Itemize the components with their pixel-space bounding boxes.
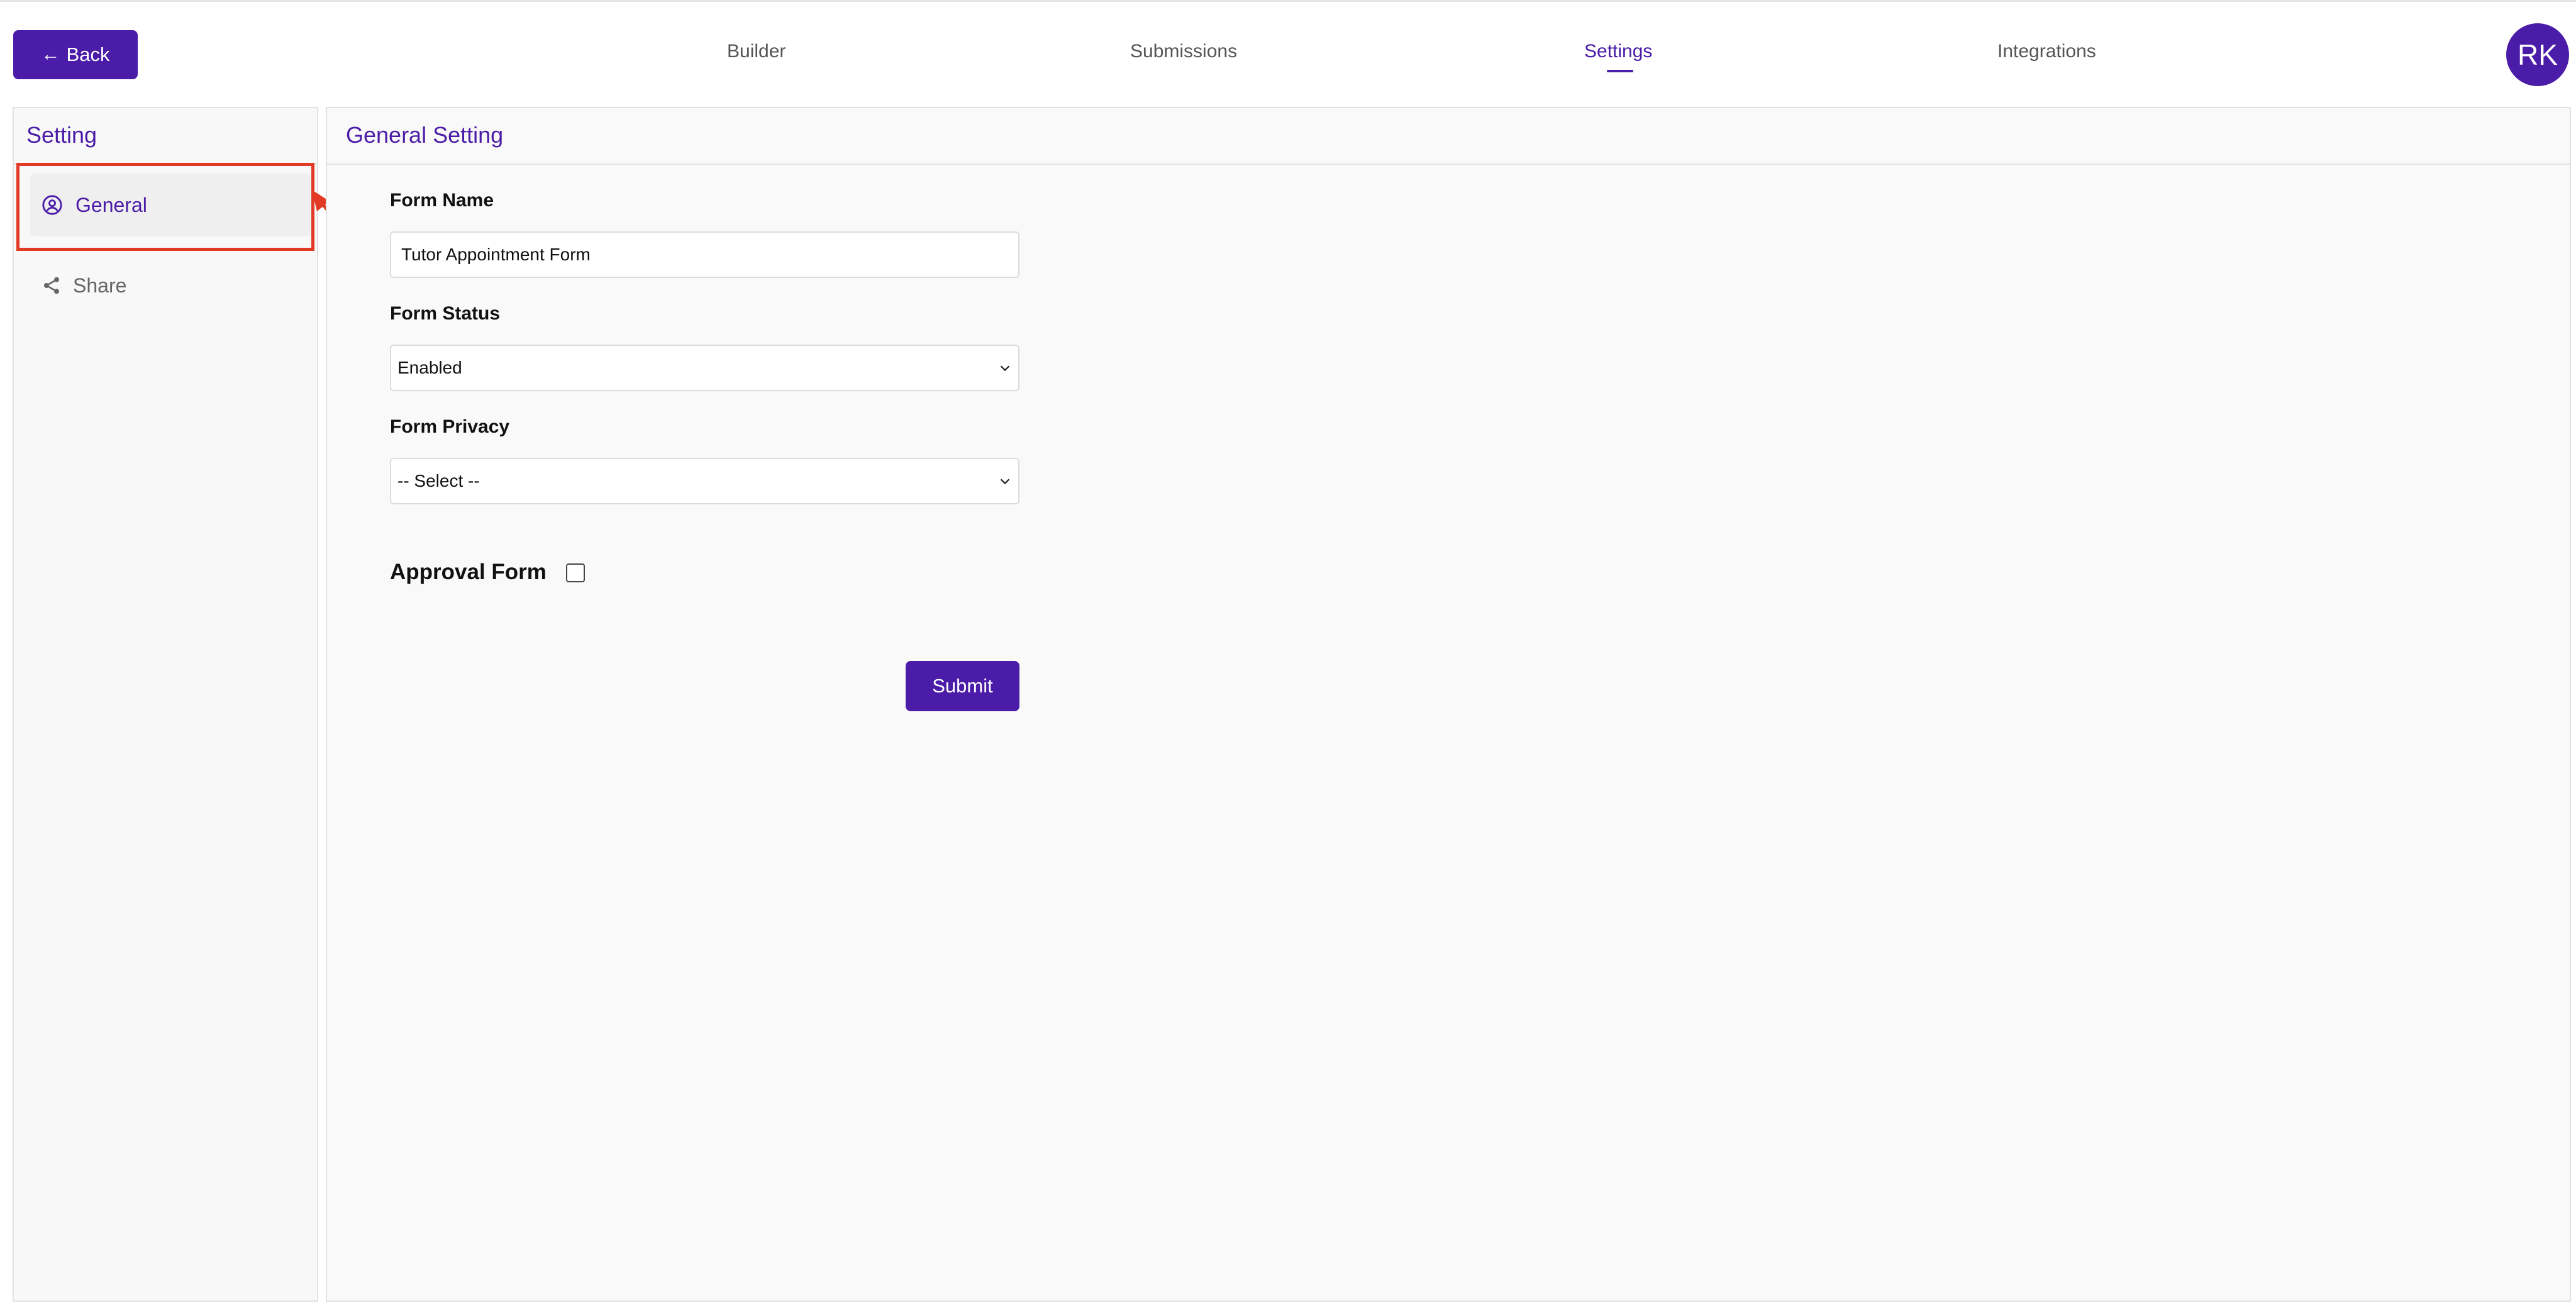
tab-settings[interactable]: Settings xyxy=(1584,41,1652,62)
approval-form-label: Approval Form xyxy=(390,560,547,584)
form-name-label: Form Name xyxy=(390,190,494,211)
back-button-label: Back xyxy=(66,43,110,65)
sidebar-title: Setting xyxy=(26,122,97,148)
sidebar-item-share[interactable]: Share xyxy=(42,268,126,303)
arrow-left-icon: ← xyxy=(41,44,60,65)
approval-form-checkbox[interactable] xyxy=(566,563,585,582)
share-icon xyxy=(44,277,59,294)
tab-integrations[interactable]: Integrations xyxy=(1997,41,2096,62)
form-name-input[interactable] xyxy=(390,231,1019,278)
avatar-initials: RK xyxy=(2518,38,2558,71)
top-nav-bar: ← Back Builder Submissions Settings Inte… xyxy=(0,0,2576,103)
form-status-label: Form Status xyxy=(390,303,501,324)
sidebar-item-share-label: Share xyxy=(73,274,127,297)
panel-divider xyxy=(327,164,2570,165)
back-button[interactable]: ← Back xyxy=(13,30,138,79)
annotation-highlight-box xyxy=(16,163,314,251)
settings-sidebar: Setting General Share xyxy=(13,107,318,1302)
form-privacy-label: Form Privacy xyxy=(390,416,510,437)
chevron-down-icon xyxy=(1000,365,1010,372)
form-privacy-select[interactable]: -- Select -- xyxy=(390,458,1019,504)
form-privacy-value: -- Select -- xyxy=(397,471,480,491)
user-avatar[interactable]: RK xyxy=(2506,23,2569,86)
tab-builder[interactable]: Builder xyxy=(727,41,786,62)
chevron-down-icon xyxy=(1000,479,1010,485)
active-tab-indicator xyxy=(1607,70,1633,72)
submit-button[interactable]: Submit xyxy=(906,661,1019,711)
general-setting-panel: General Setting Form Name Form Status En… xyxy=(326,107,2571,1302)
form-status-value: Enabled xyxy=(397,358,462,377)
panel-title: General Setting xyxy=(346,122,504,148)
form-status-select[interactable]: Enabled xyxy=(390,345,1019,391)
tab-submissions[interactable]: Submissions xyxy=(1130,41,1237,62)
